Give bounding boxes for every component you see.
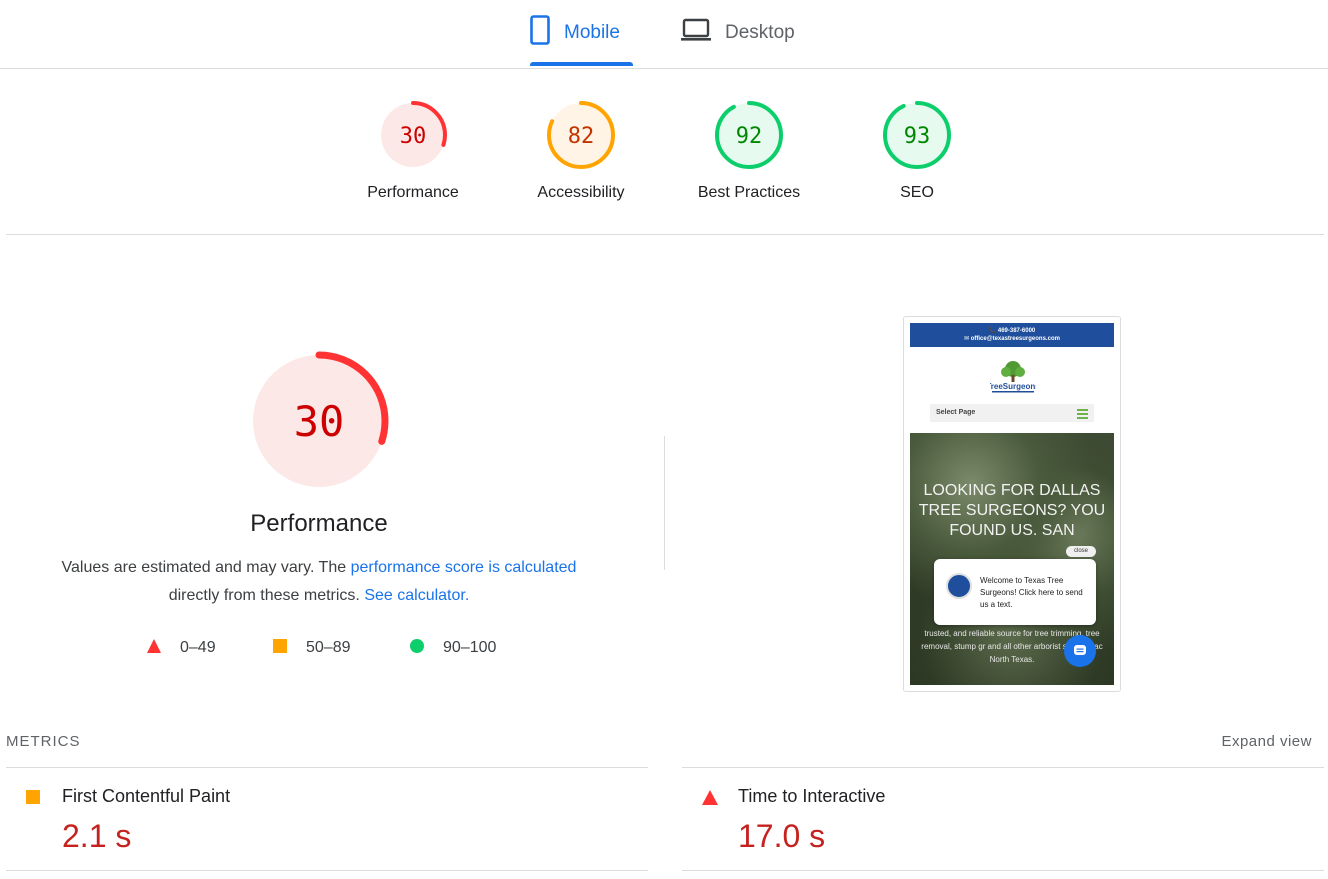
expand-view-button[interactable]: Expand view [1221,733,1312,750]
metrics-divider [682,870,1324,871]
gauge-seo[interactable]: 93 SEO [842,100,992,202]
avatar [946,573,972,599]
tab-mobile[interactable]: Mobile [530,0,633,66]
metrics-header: METRICS [6,733,81,750]
screenshot-email: ✉ office@texastreesurgeons.com [964,336,1060,342]
metric-value: 2.1 s [62,818,132,854]
triangle-icon [146,638,162,659]
performance-title: Performance [250,510,388,537]
metrics-divider [6,767,648,768]
chat-icon [1064,635,1096,667]
gauge-ring: 93 [883,101,951,169]
device-tabs: Mobile Desktop [0,0,1328,69]
metric-name: First Contentful Paint [62,786,231,806]
gauge-label: SEO [900,184,934,201]
legend-average: 50–89 [272,638,351,658]
chat-bubble: Welcome to Texas Tree Surgeons! Click he… [934,559,1096,625]
performance-ring: 30 [249,351,389,491]
score-gauges: 30 Performance 82 Accessibility 92 Best … [0,68,1328,234]
legend-label: 50–89 [306,639,351,656]
gauge-accessibility[interactable]: 82 Accessibility [506,100,656,202]
tab-desktop[interactable]: Desktop [681,0,811,66]
screenshot-select-page: Select Page [930,404,1094,422]
menu-icon [1077,409,1088,421]
gauge-ring: 30 [379,101,447,169]
gauge-label: Accessibility [537,184,625,201]
gauge-label: Best Practices [697,184,801,201]
tab-desktop-label: Desktop [725,22,795,43]
square-icon [26,790,40,809]
mobile-phone-icon [530,15,550,51]
page-screenshot-thumbnail[interactable]: 📞 469-387-6000 ✉ office@texastreesurgeon… [903,316,1121,692]
hero-heading: LOOKING FOR DALLAS TREE SURGEONS? YOU FO… [918,482,1106,539]
performance-description: Values are estimated and may vary. The p… [30,554,608,610]
legend-pass: 90–100 [409,638,496,658]
desc-text: directly from these metrics. [168,587,365,604]
tree-logo-icon: TreeSurgeons [986,359,1040,395]
metric-value: 17.0 s [738,818,826,854]
chat-bubble-text: Welcome to Texas Tree Surgeons! Click he… [980,576,1083,609]
gauge-best-practices[interactable]: 92 Best Practices [674,100,824,202]
legend-label: 90–100 [443,639,497,656]
vertical-divider [664,436,665,570]
legend-fail: 0–49 [146,638,216,658]
screenshot-phone: 📞 469-387-6000 [988,328,1036,334]
chat-close-button: close [1066,546,1096,557]
svg-text:82: 82 [568,124,595,149]
laptop-icon [681,18,711,48]
performance-score: 30 [294,397,345,446]
svg-text:92: 92 [736,124,763,149]
screenshot-hero: LOOKING FOR DALLAS TREE SURGEONS? YOU FO… [910,433,1114,685]
svg-text:TreeSurgeons: TreeSurgeons [990,382,1036,391]
gauge-ring: 92 [715,101,783,169]
tab-mobile-label: Mobile [564,22,620,43]
select-page-label: Select Page [936,409,976,416]
square-icon [272,638,288,659]
gauge-ring: 82 [547,101,615,169]
screenshot-topbar: 📞 469-387-6000 ✉ office@texastreesurgeon… [910,323,1114,347]
legend-label: 0–49 [180,639,216,656]
desc-text: Values are estimated and may vary. The [61,559,351,576]
score-calculated-link[interactable]: performance score is calculated [351,559,577,576]
performance-gauge-large: 30 [248,350,390,492]
metrics-divider [6,870,648,871]
active-tab-indicator [530,62,633,66]
metrics-divider [682,767,1324,768]
metric-name: Time to Interactive [738,786,886,806]
section-divider [6,234,1324,235]
see-calculator-link[interactable]: See calculator. [364,587,469,604]
svg-text:93: 93 [904,124,931,149]
triangle-icon [702,790,718,810]
gauge-label: Performance [367,184,459,201]
gauge-performance[interactable]: 30 Performance [338,100,488,202]
svg-text:30: 30 [400,124,427,149]
circle-icon [409,638,425,659]
